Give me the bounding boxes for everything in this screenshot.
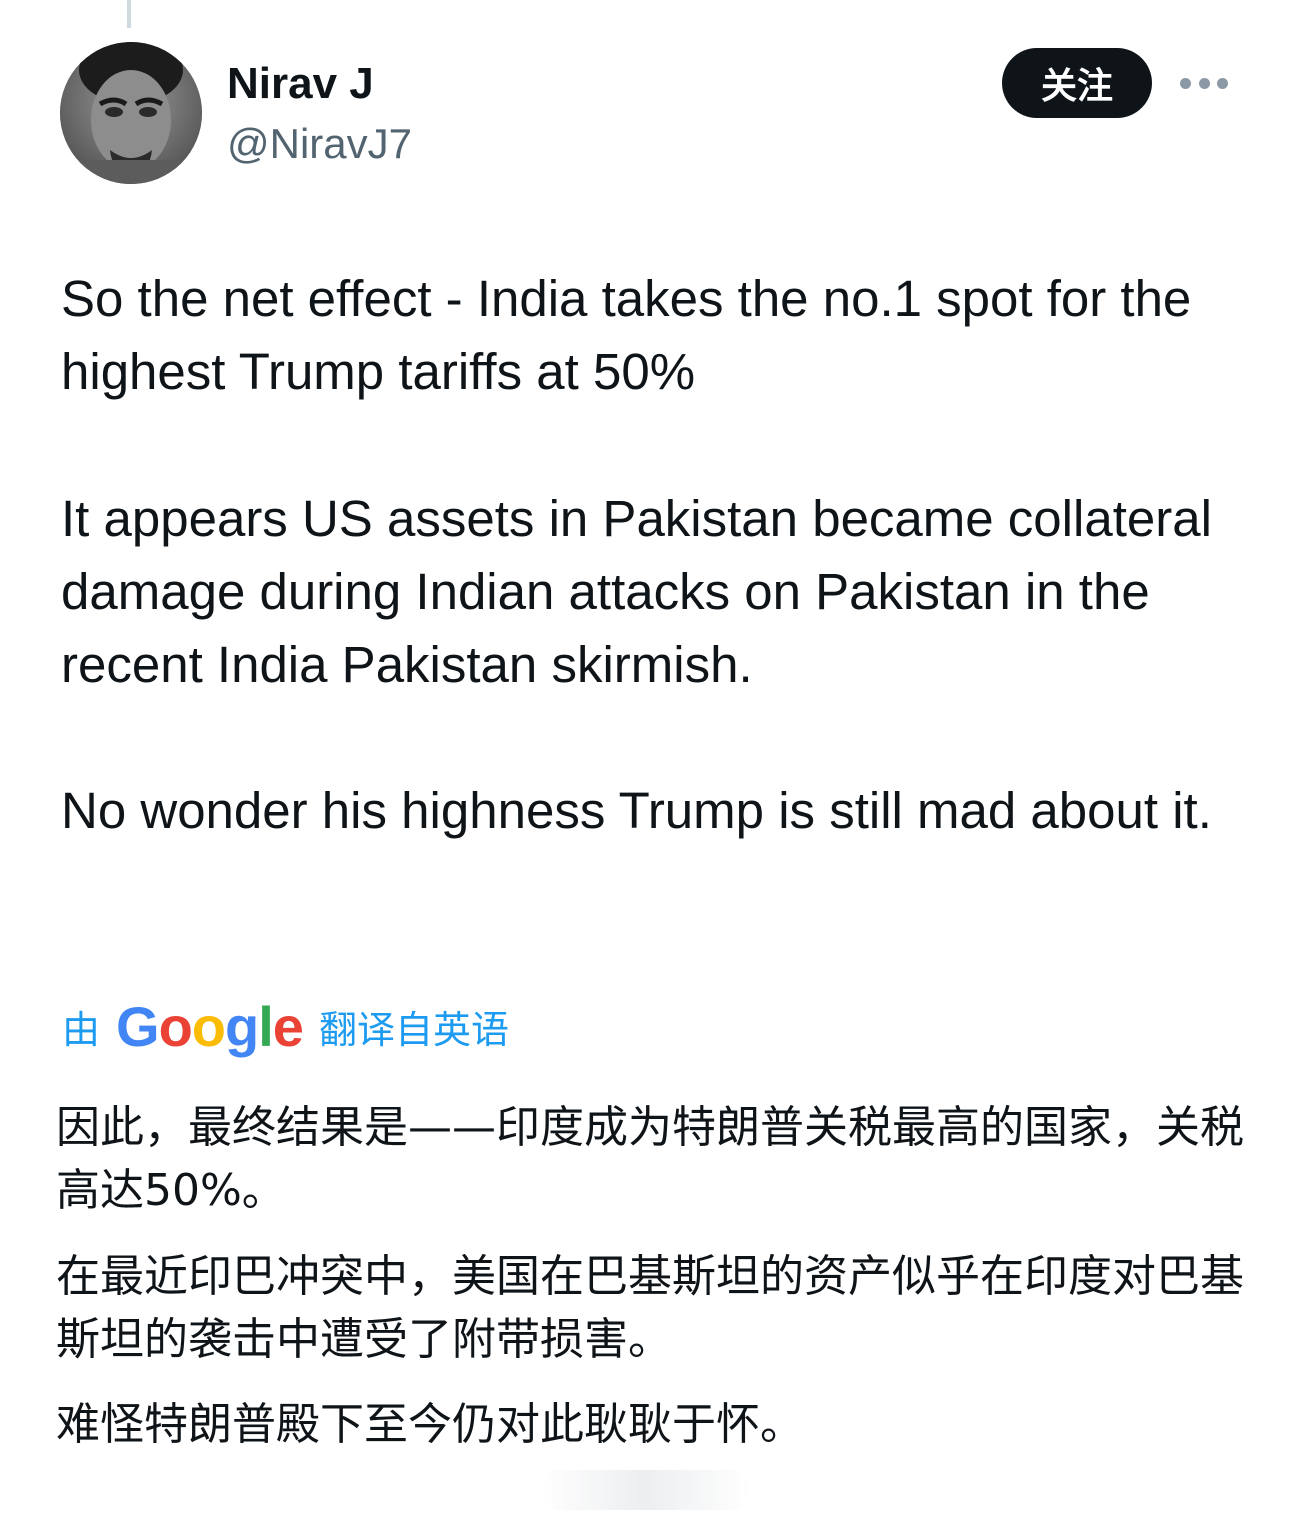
follow-button[interactable]: 关注 <box>1002 48 1152 118</box>
avatar[interactable] <box>60 42 202 184</box>
tweet-text-paragraph: No wonder his highness Trump is still ma… <box>61 782 1212 839</box>
avatar-photo-icon <box>60 42 202 184</box>
translated-by-label: 由 <box>62 1007 101 1052</box>
more-dot <box>1217 77 1228 89</box>
google-logo: Google <box>116 994 304 1059</box>
translated-text-paragraph: 难怪特朗普殿下至今仍对此耿耿于怀。 <box>56 1399 804 1450</box>
google-logo-letter: o <box>191 994 226 1058</box>
tweet-text-paragraph: It appears US assets in Pakistan became … <box>61 490 1212 693</box>
google-logo-letter: g <box>225 994 259 1058</box>
more-options-icon[interactable] <box>1180 66 1228 100</box>
more-dot <box>1198 77 1210 89</box>
more-dot <box>1180 77 1191 89</box>
bottom-watermark <box>540 1470 750 1510</box>
google-logo-letter: G <box>116 994 160 1058</box>
author-handle[interactable]: @NiravJ7 <box>227 116 412 172</box>
google-logo-letter: l <box>258 994 274 1058</box>
tweet-text-paragraph: So the net effect - India takes the no.1… <box>61 270 1192 400</box>
thread-connector-line <box>127 0 131 28</box>
translated-from-label: 翻译自英语 <box>318 1007 509 1052</box>
translated-text-paragraph: 因此，最终结果是——印度成为特朗普关税最高的国家，关税高达50%。 <box>56 1102 1244 1216</box>
google-logo-letter: o <box>158 994 193 1058</box>
translation-attribution[interactable]: 由 Google 翻译自英语 <box>62 994 509 1058</box>
author-display-name[interactable]: Nirav J <box>227 56 374 112</box>
google-logo-letter: e <box>272 994 304 1058</box>
translated-text-paragraph: 在最近印巴冲突中，美国在巴基斯坦的资产似乎在印度对巴基斯坦的袭击中遭受了附带损害… <box>56 1251 1244 1365</box>
